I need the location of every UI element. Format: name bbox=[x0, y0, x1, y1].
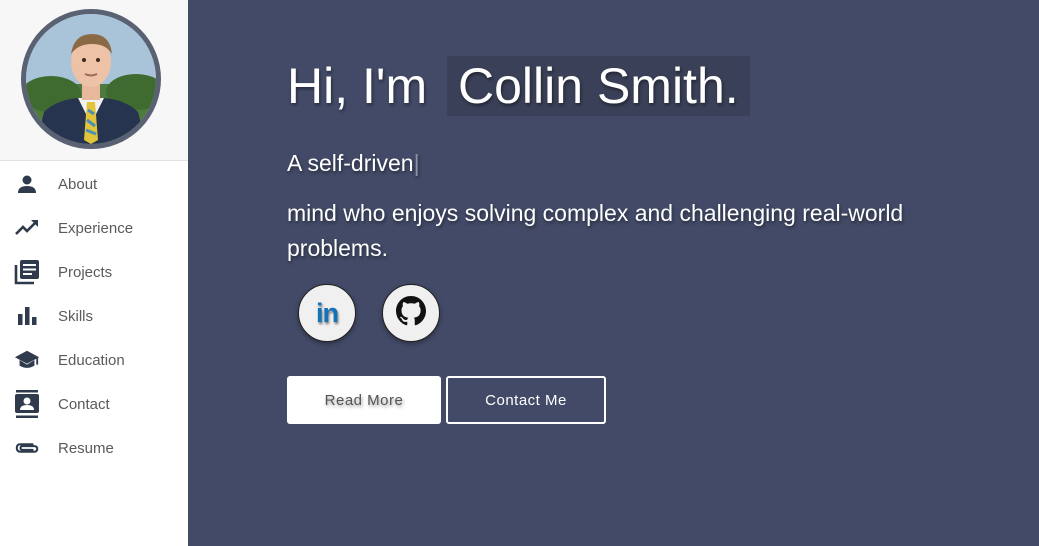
person-icon bbox=[14, 171, 40, 197]
trending-up-icon bbox=[14, 215, 40, 241]
avatar bbox=[21, 9, 161, 149]
github-icon bbox=[396, 295, 426, 331]
profile-header bbox=[0, 0, 188, 161]
typed-text: A self-driven bbox=[287, 150, 414, 176]
library-books-icon bbox=[14, 259, 40, 285]
typed-tagline: A self-driven| bbox=[287, 150, 420, 177]
sidebar-item-resume[interactable]: Resume bbox=[0, 426, 188, 470]
sidebar-item-label: Skills bbox=[58, 307, 94, 325]
bar-chart-icon bbox=[14, 303, 40, 329]
sidebar-item-label: Resume bbox=[58, 439, 114, 457]
linkedin-icon: in bbox=[316, 297, 339, 328]
school-icon bbox=[14, 347, 40, 373]
sidebar-item-label: Education bbox=[58, 351, 125, 369]
sidebar-item-skills[interactable]: Skills bbox=[0, 294, 188, 338]
sidebar-item-education[interactable]: Education bbox=[0, 338, 188, 382]
hero-greeting: Hi, I'm bbox=[287, 58, 428, 114]
sidebar-item-label: About bbox=[58, 175, 98, 193]
sidebar-item-contact[interactable]: Contact bbox=[0, 382, 188, 426]
sidebar-item-label: Experience bbox=[58, 219, 134, 237]
paperclip-icon bbox=[14, 435, 40, 461]
sidebar-item-experience[interactable]: Experience bbox=[0, 206, 188, 250]
sidebar-item-label: Contact bbox=[58, 395, 110, 413]
contact-me-button[interactable]: Contact Me bbox=[446, 376, 606, 424]
hero-section: Hi, I'm Collin Smith. A self-driven| min… bbox=[188, 0, 1039, 546]
sidebar-nav: About Experience Projects Skills Educati… bbox=[0, 162, 188, 470]
sidebar-item-projects[interactable]: Projects bbox=[0, 250, 188, 294]
sidebar-item-about[interactable]: About bbox=[0, 162, 188, 206]
read-more-button[interactable]: Read More bbox=[287, 376, 441, 424]
github-button[interactable] bbox=[382, 284, 440, 342]
linkedin-button[interactable]: in bbox=[298, 284, 356, 342]
sidebar: About Experience Projects Skills Educati… bbox=[0, 0, 188, 546]
sidebar-item-label: Projects bbox=[58, 263, 113, 281]
hero-name: Collin Smith. bbox=[447, 56, 750, 116]
hero-headline: Hi, I'm Collin Smith. bbox=[287, 56, 750, 116]
hero-description: mind who enjoys solving complex and chal… bbox=[287, 200, 904, 261]
typing-cursor: | bbox=[413, 150, 420, 176]
contacts-icon bbox=[14, 390, 40, 418]
